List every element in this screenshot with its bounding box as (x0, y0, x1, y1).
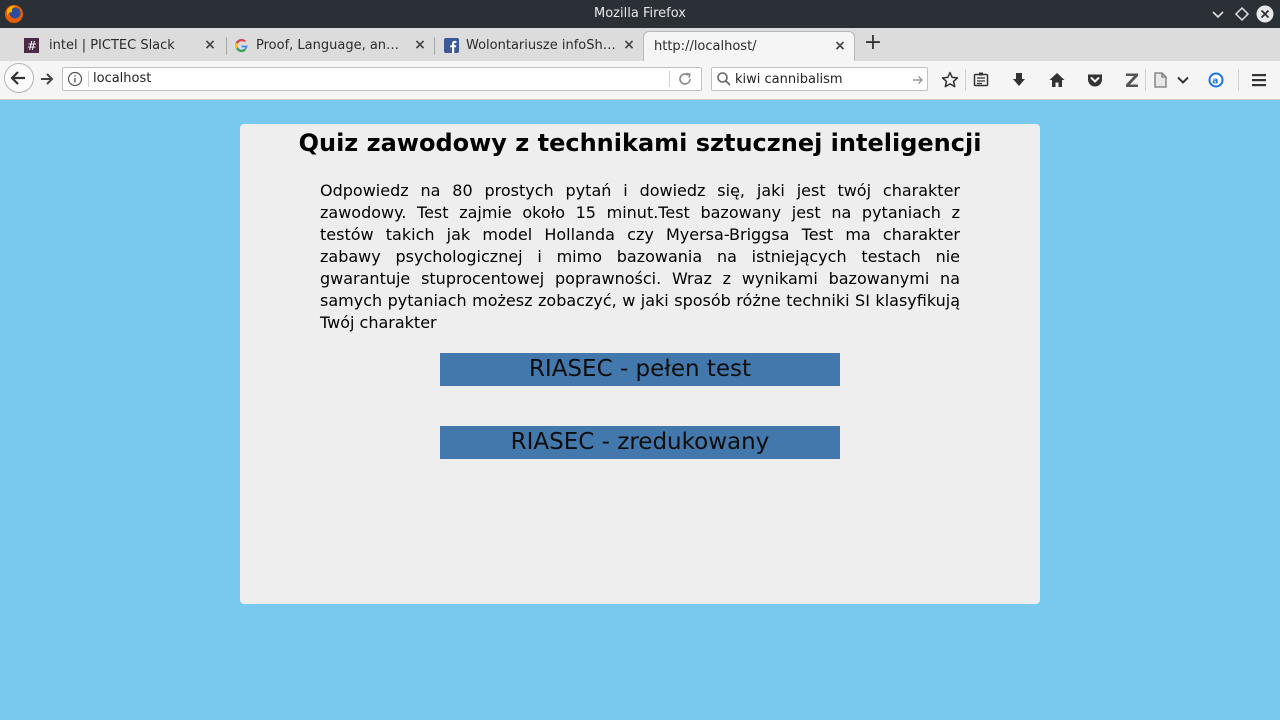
tab-label: http://localhost/ (654, 39, 757, 54)
riasec-full-test-button[interactable]: RIASEC - pełen test (440, 353, 840, 386)
tab-localhost[interactable]: http://localhost/ × (643, 31, 855, 62)
pocket-icon[interactable] (1086, 71, 1104, 89)
reading-list-icon[interactable] (972, 71, 990, 89)
hamburger-menu-icon[interactable] (1250, 71, 1268, 89)
toolbar-separator (1238, 69, 1239, 91)
site-info-icon[interactable] (67, 71, 83, 87)
reload-icon[interactable] (677, 71, 693, 87)
back-arrow-icon (10, 71, 25, 85)
tab-separator (434, 37, 435, 55)
downloads-icon[interactable] (1010, 71, 1028, 89)
tab-label: Proof, Language, and I... (256, 38, 406, 53)
quiz-description: Odpowiedz na 80 prostych pytań i dowiedz… (320, 181, 960, 332)
tab-close-icon[interactable]: × (621, 31, 637, 60)
url-bar[interactable]: localhost (62, 67, 702, 91)
tab-close-icon[interactable]: × (202, 31, 218, 60)
forward-arrow-icon (41, 73, 54, 85)
forward-button[interactable] (38, 70, 56, 88)
tab-strip: # intel | PICTEC Slack × Proof, Language… (0, 28, 1280, 62)
window-titlebar: Mozilla Firefox (0, 0, 1280, 28)
toolbar-separator (965, 69, 966, 91)
search-bar[interactable] (711, 67, 928, 91)
url-divider (88, 71, 89, 87)
close-window-icon[interactable] (1256, 5, 1274, 23)
window-title: Mozilla Firefox (594, 6, 686, 21)
tab-label: intel | PICTEC Slack (49, 38, 175, 53)
search-icon (716, 71, 732, 87)
maximize-icon[interactable] (1233, 5, 1251, 23)
riasec-reduced-test-button[interactable]: RIASEC - zredukowany (440, 426, 840, 459)
toolbar-separator (1145, 69, 1146, 91)
tab-close-icon[interactable]: × (832, 32, 848, 61)
facebook-icon (444, 38, 459, 53)
slack-hash-icon: # (24, 38, 39, 53)
zotero-icon[interactable] (1123, 71, 1141, 89)
page-title: Quiz zawodowy z technikami sztucznej int… (298, 129, 982, 157)
svg-text:#: # (27, 39, 37, 53)
tab-label: Wolontariusze infoShar... (466, 38, 616, 53)
extension-icon[interactable]: a (1207, 71, 1225, 89)
minimize-icon[interactable] (1209, 5, 1227, 23)
back-button[interactable] (4, 63, 34, 93)
navigation-toolbar: localhost a (0, 61, 1280, 100)
url-text[interactable]: localhost (93, 68, 151, 90)
chevron-down-icon[interactable] (1174, 71, 1192, 89)
tab-close-icon[interactable]: × (412, 31, 428, 60)
google-icon (234, 38, 249, 53)
tab-slack[interactable]: # intel | PICTEC Slack × (17, 31, 227, 60)
tab-google[interactable]: Proof, Language, and I... × (227, 31, 435, 60)
home-icon[interactable] (1048, 71, 1066, 89)
url-divider (669, 71, 670, 87)
bookmark-star-icon[interactable] (941, 71, 959, 89)
quiz-card: Quiz zawodowy z technikami sztucznej int… (240, 124, 1040, 604)
search-input[interactable] (735, 69, 905, 89)
new-tab-button[interactable]: + (862, 32, 884, 55)
search-go-icon[interactable] (911, 72, 925, 86)
save-page-icon[interactable] (1151, 71, 1169, 89)
tab-facebook[interactable]: Wolontariusze infoShar... × (437, 31, 642, 60)
svg-text:a: a (1212, 77, 1218, 87)
